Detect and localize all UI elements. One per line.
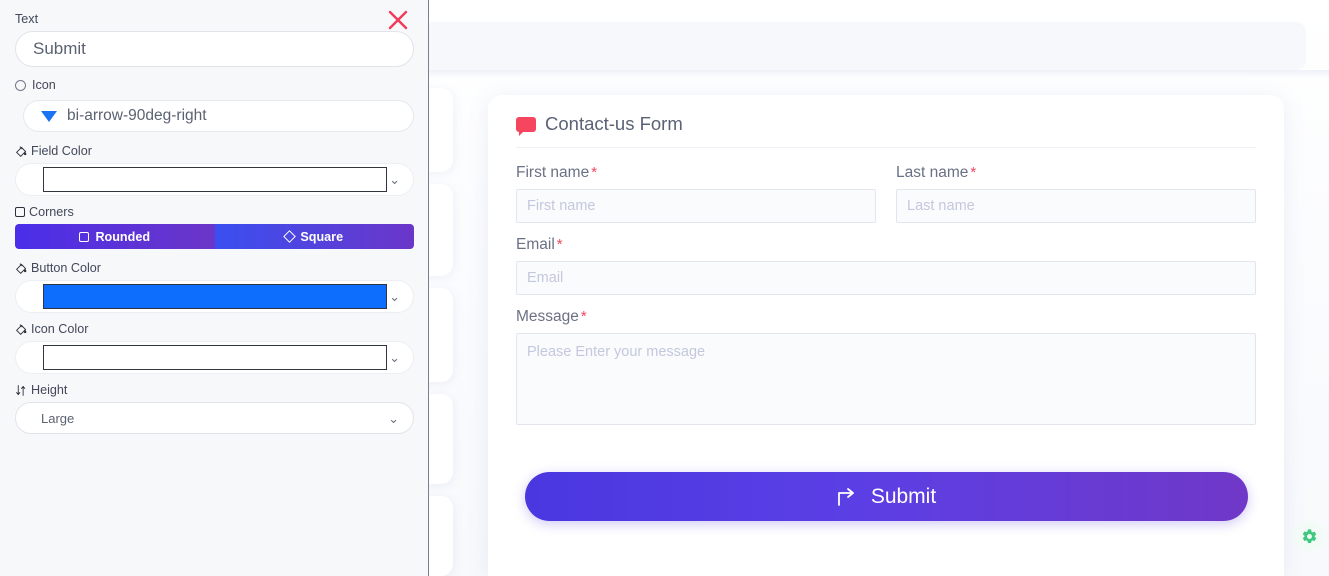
button-color-picker[interactable]: ⌄ <box>15 280 414 313</box>
text-field-label: Text <box>15 12 413 26</box>
form-header: Contact-us Form <box>516 113 1256 148</box>
submit-button[interactable]: Submit <box>525 472 1248 521</box>
paint-bucket-icon <box>15 262 28 275</box>
button-color-label-text: Button Color <box>31 261 101 275</box>
corners-square-label: Square <box>300 230 343 244</box>
corners-rounded-label: Rounded <box>95 230 150 244</box>
height-label: Height <box>15 383 413 397</box>
gear-icon <box>1301 528 1318 545</box>
corners-square-button[interactable]: Square <box>215 224 415 249</box>
chevron-down-icon: ⌄ <box>388 412 399 425</box>
email-label: Email* <box>516 236 1256 254</box>
chevron-down-icon: ⌄ <box>389 173 400 186</box>
chevron-down-icon: ⌄ <box>389 290 400 303</box>
corners-toggle-group: Rounded Square <box>15 224 414 249</box>
settings-fab[interactable] <box>1294 521 1324 551</box>
diamond-icon <box>284 230 297 243</box>
message-label: Message* <box>516 308 1256 326</box>
button-color-label: Button Color <box>15 261 413 275</box>
button-settings-panel: Text Icon bi-arrow-90deg-right Field Col… <box>0 0 429 576</box>
text-field-group: Text <box>15 12 413 67</box>
first-name-label-text: First name <box>516 164 589 181</box>
form-title: Contact-us Form <box>545 113 683 135</box>
icon-color-swatch <box>43 345 387 370</box>
contact-form-card: Contact-us Form First name* Last name* <box>488 95 1284 576</box>
corners-label: Corners <box>15 205 413 219</box>
app-screen: er n e le n Contact-us Form <box>0 0 1329 576</box>
name-row: First name* Last name* <box>516 164 1256 236</box>
field-color-label-text: Field Color <box>31 144 92 158</box>
email-label-text: Email <box>516 236 555 253</box>
paint-bucket-icon <box>15 145 28 158</box>
button-text-input[interactable] <box>15 31 414 67</box>
first-name-label: First name* <box>516 164 876 182</box>
field-group-message: Message* <box>516 308 1256 430</box>
last-name-label-text: Last name <box>896 164 968 181</box>
arrow-90deg-right-icon <box>836 486 858 508</box>
message-textarea[interactable] <box>516 333 1256 425</box>
icon-select-dropdown[interactable]: bi-arrow-90deg-right <box>23 100 414 132</box>
submit-row: Submit <box>516 472 1256 521</box>
height-select-dropdown[interactable]: Large ⌄ <box>15 402 414 434</box>
background-toolbar <box>421 22 1306 70</box>
up-down-arrows-icon <box>15 384 28 397</box>
required-marker: * <box>581 308 587 325</box>
required-marker: * <box>970 164 976 181</box>
last-name-label: Last name* <box>896 164 1256 182</box>
triangle-down-icon <box>41 111 57 122</box>
field-group-last-name: Last name* <box>896 164 1256 223</box>
message-label-text: Message <box>516 308 579 325</box>
first-name-input[interactable] <box>516 189 876 223</box>
icon-color-label: Icon Color <box>15 322 413 336</box>
chat-bubble-icon <box>516 117 536 132</box>
required-marker: * <box>591 164 597 181</box>
icon-radio-option[interactable]: Icon <box>15 78 413 92</box>
required-marker: * <box>557 236 563 253</box>
field-color-label: Field Color <box>15 144 413 158</box>
last-name-input[interactable] <box>896 189 1256 223</box>
submit-button-label: Submit <box>871 485 936 509</box>
field-color-picker[interactable]: ⌄ <box>15 163 414 196</box>
field-color-swatch <box>43 167 387 192</box>
height-select-value: Large <box>41 411 74 426</box>
button-color-swatch <box>43 284 387 309</box>
icon-color-picker[interactable]: ⌄ <box>15 341 414 374</box>
field-group-first-name: First name* <box>516 164 876 223</box>
close-x-icon <box>386 8 410 32</box>
icon-color-label-text: Icon Color <box>31 322 88 336</box>
icon-radio-label: Icon <box>32 78 56 92</box>
chevron-down-icon: ⌄ <box>389 351 400 364</box>
toolbar-shadow <box>421 70 1329 78</box>
corners-rounded-button[interactable]: Rounded <box>15 224 215 249</box>
rounded-square-icon <box>79 232 89 242</box>
square-outline-icon <box>15 207 25 217</box>
close-panel-button[interactable] <box>384 6 412 34</box>
icon-select-value: bi-arrow-90deg-right <box>67 107 207 125</box>
height-label-text: Height <box>31 383 67 397</box>
field-group-email: Email* <box>516 236 1256 295</box>
paint-bucket-icon <box>15 323 28 336</box>
corners-label-text: Corners <box>29 205 74 219</box>
radio-icon <box>15 80 26 91</box>
email-input[interactable] <box>516 261 1256 295</box>
form-body: First name* Last name* Email* <box>516 148 1256 521</box>
